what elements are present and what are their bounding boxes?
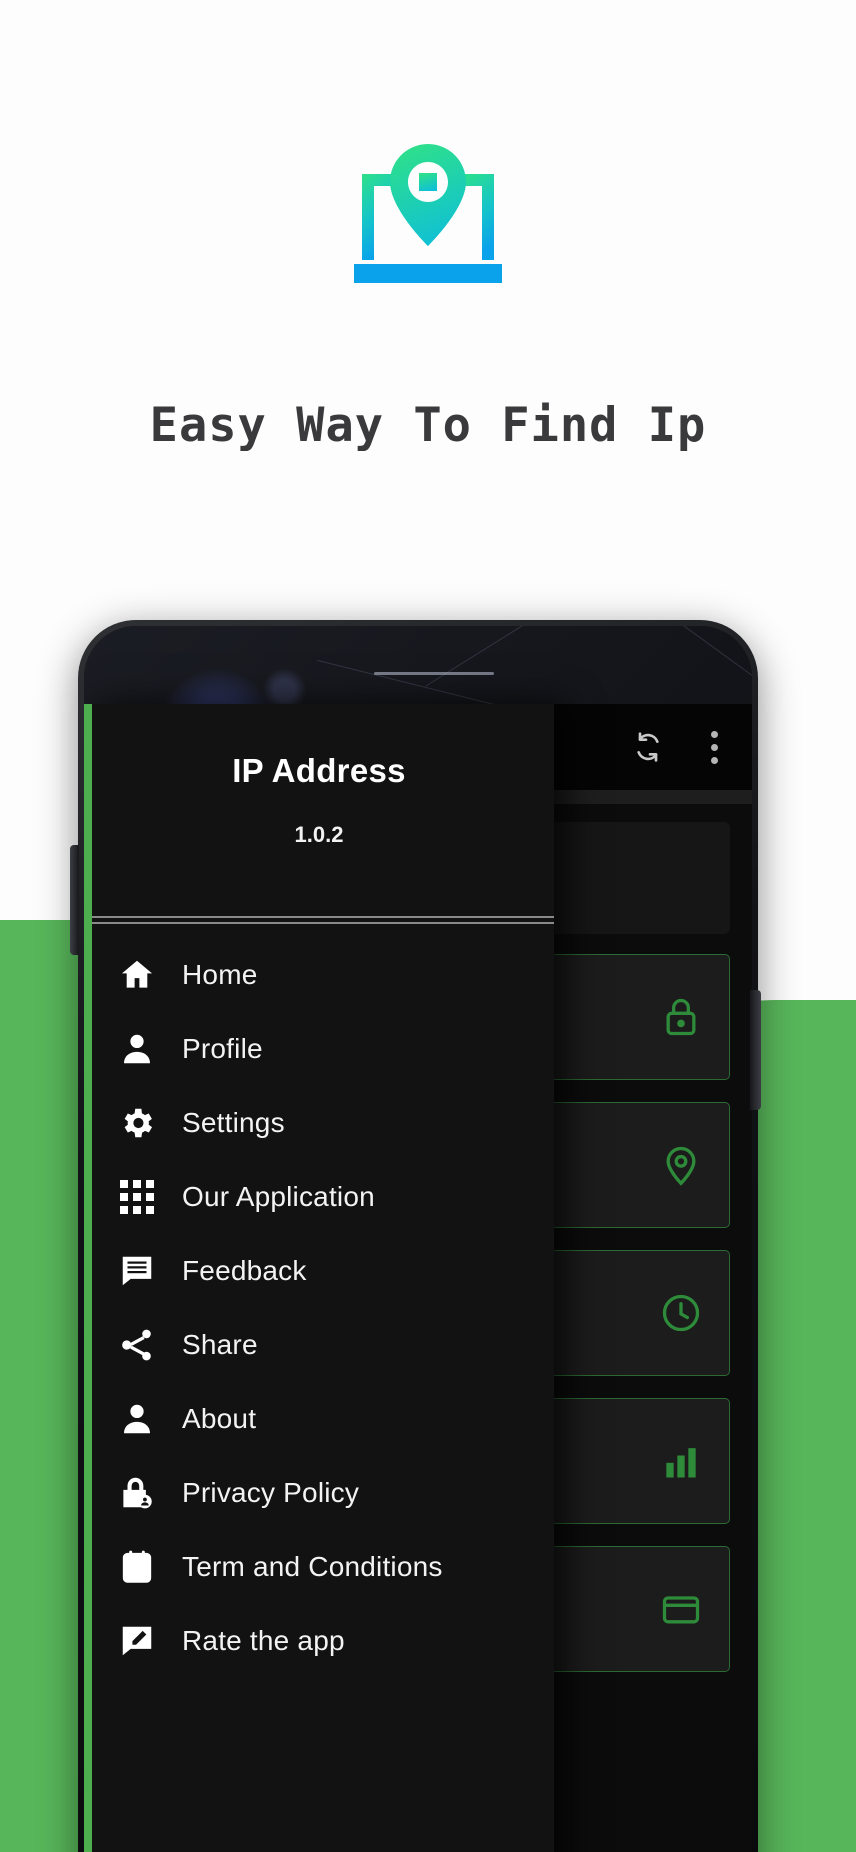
menu-item-label: Our Application [182, 1181, 375, 1212]
navigation-drawer: IP Address 1.0.2 Home Profile Settings O… [84, 704, 554, 1852]
drawer-menu: Home Profile Settings Our Application Fe… [84, 924, 554, 1852]
menu-item-privacy-policy[interactable]: Privacy Policy [84, 1456, 554, 1530]
home-icon [118, 956, 156, 994]
menu-item-label: About [182, 1403, 257, 1434]
menu-item-label: Share [182, 1329, 258, 1360]
menu-item-feedback[interactable]: Feedback [84, 1234, 554, 1308]
menu-item-our-application[interactable]: Our Application [84, 1160, 554, 1234]
bar-chart-icon [659, 1439, 703, 1483]
menu-item-profile[interactable]: Profile [84, 1012, 554, 1086]
person-icon [118, 1400, 156, 1438]
menu-item-about[interactable]: About [84, 1382, 554, 1456]
clock-icon [659, 1291, 703, 1335]
drawer-title: IP Address [232, 752, 406, 789]
share-icon [118, 1326, 156, 1364]
feedback-icon [118, 1252, 156, 1290]
phone-mockup: IP Address 1.0.2 Home Profile Settings O… [78, 620, 758, 1852]
menu-item-rate-the-app[interactable]: Rate the app [84, 1604, 554, 1678]
laptop-location-pin-logo-icon [354, 144, 502, 283]
card-icon [659, 1587, 703, 1631]
apps-grid-icon [118, 1178, 156, 1216]
menu-item-share[interactable]: Share [84, 1308, 554, 1382]
menu-item-label: Profile [182, 1033, 263, 1064]
app-version: 1.0.2 [294, 822, 344, 847]
menu-item-label: Home [182, 959, 258, 990]
lock-icon [659, 995, 703, 1039]
promo-screenshot: Easy Way To Find Ip IP Address 1.0.2 Hom… [0, 0, 856, 1852]
menu-item-label: Term and Conditions [182, 1551, 443, 1582]
lock-person-icon [118, 1474, 156, 1512]
app-logo [0, 140, 856, 290]
menu-item-home[interactable]: Home [84, 938, 554, 1012]
menu-item-label: Feedback [182, 1255, 307, 1286]
location-pin-icon [659, 1143, 703, 1187]
menu-item-label: Privacy Policy [182, 1477, 360, 1508]
menu-item-settings[interactable]: Settings [84, 1086, 554, 1160]
rate-review-icon [118, 1622, 156, 1660]
clipboard-icon [118, 1548, 156, 1586]
power-button[interactable] [750, 990, 761, 1110]
volume-button[interactable] [70, 845, 79, 955]
overflow-menu-icon[interactable] [694, 727, 734, 767]
menu-item-label: Settings [182, 1107, 285, 1138]
refresh-icon[interactable] [628, 727, 668, 767]
drawer-divider [92, 916, 554, 924]
gear-icon [118, 1104, 156, 1142]
drawer-header: IP Address 1.0.2 [84, 704, 554, 916]
menu-item-terms[interactable]: Term and Conditions [84, 1530, 554, 1604]
page-title: Easy Way To Find Ip [149, 398, 707, 453]
person-icon [118, 1030, 156, 1068]
menu-item-label: Rate the app [182, 1625, 345, 1656]
drawer-accent-bar [84, 704, 92, 1852]
